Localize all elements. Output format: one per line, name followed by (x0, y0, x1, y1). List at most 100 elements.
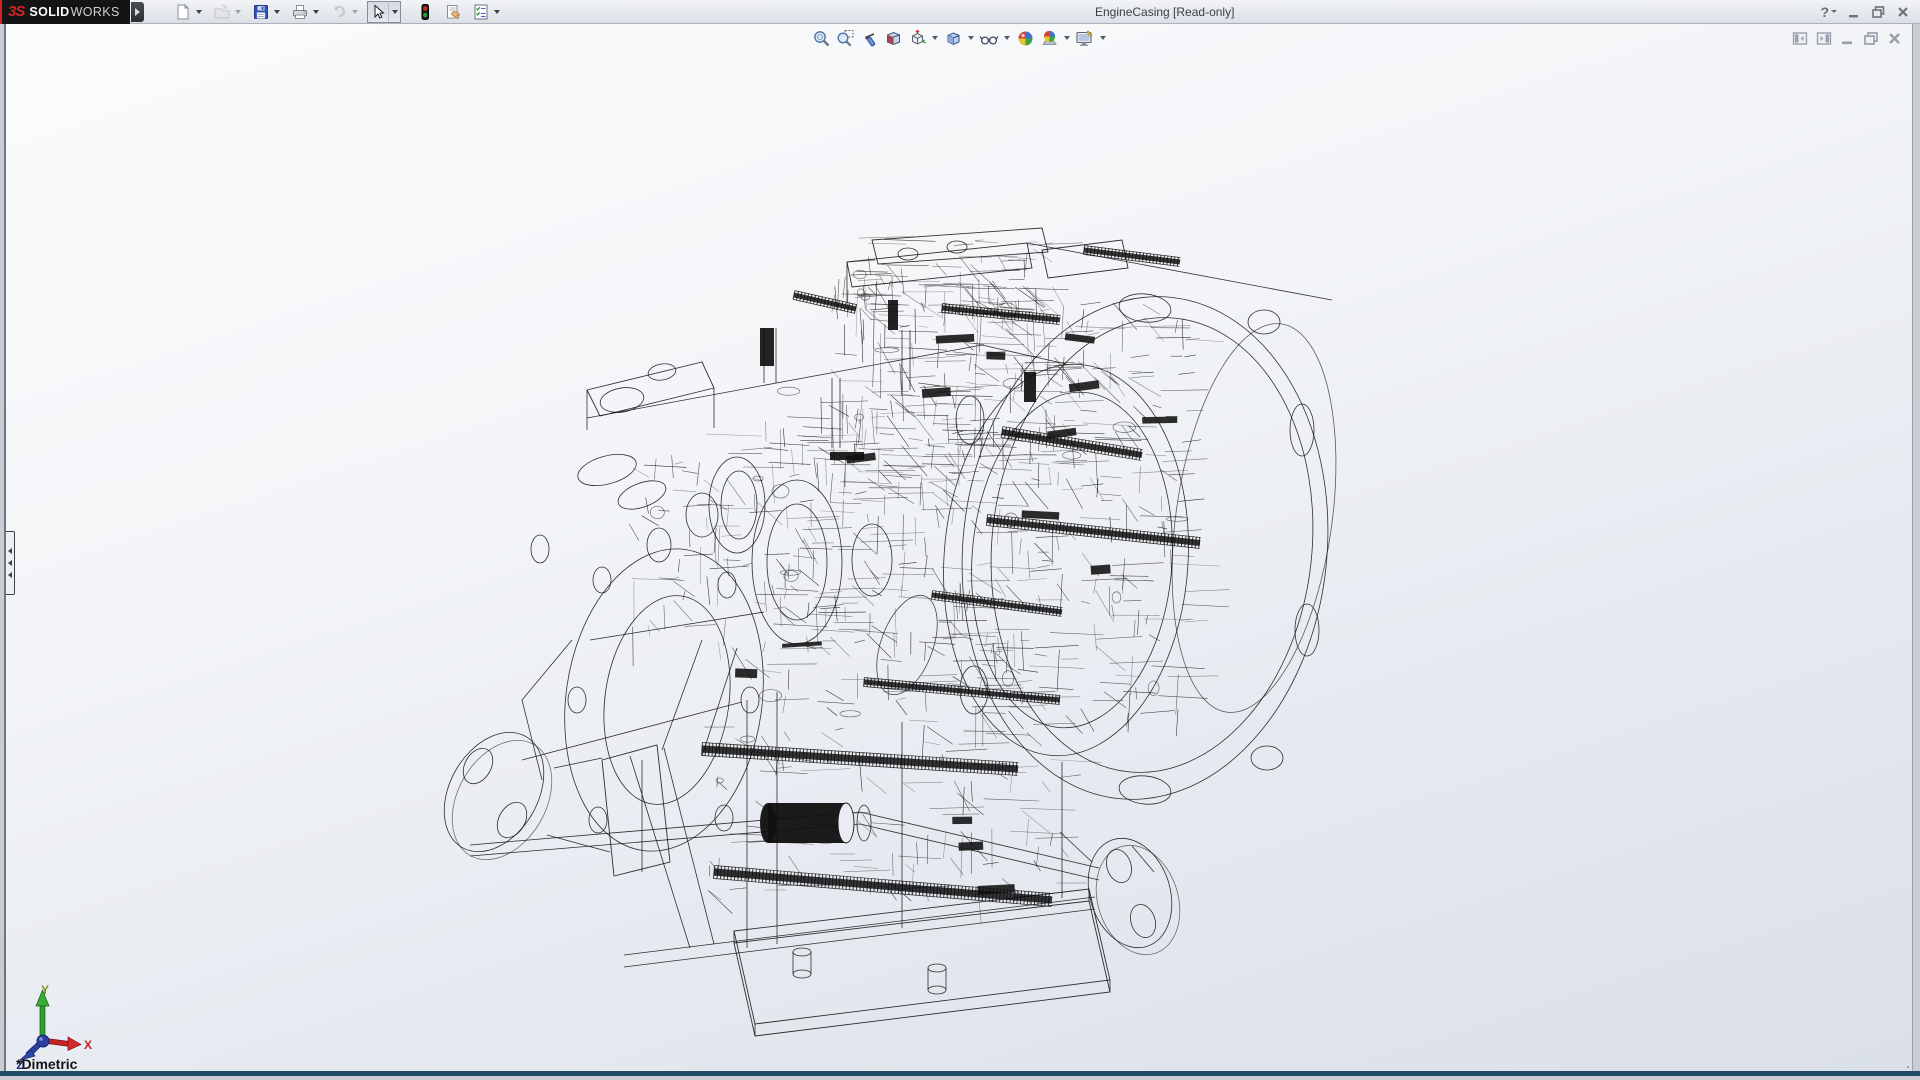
edit-appearance-button[interactable] (1014, 27, 1036, 49)
select-tool-button[interactable] (368, 1, 389, 22)
pane-toggle-left-icon (1792, 31, 1808, 46)
hide-show-items-dropdown[interactable] (1002, 27, 1012, 49)
pane-toggle-right-icon (1816, 31, 1832, 46)
collapse-left-icon (8, 560, 12, 566)
select-dropdown[interactable] (389, 1, 400, 22)
select-cursor-icon (369, 3, 387, 21)
chevron-down-icon (1831, 10, 1837, 13)
featuremanager-flyout-tab[interactable] (6, 531, 15, 595)
close-button[interactable] (1896, 2, 1910, 22)
view-settings-monitor-icon (1075, 29, 1095, 48)
main-toolbar (172, 0, 509, 24)
menu-expand-arrow[interactable] (131, 2, 144, 22)
chevron-down-icon (196, 10, 202, 14)
previous-view-icon (860, 29, 879, 48)
rebuild-button[interactable] (414, 1, 435, 22)
undo-dropdown[interactable] (349, 1, 360, 22)
chevron-down-icon (235, 10, 241, 14)
new-dropdown[interactable] (193, 1, 204, 22)
view-orientation-label: *Dimetric (16, 1056, 77, 1071)
view-settings-button[interactable] (1074, 27, 1096, 49)
expand-right-icon (135, 8, 140, 16)
window-controls: ? (1820, 2, 1920, 22)
section-view-button[interactable] (882, 27, 904, 49)
restore-button[interactable] (1871, 2, 1886, 22)
previous-view-button[interactable] (858, 27, 880, 49)
apply-scene-dropdown[interactable] (1062, 27, 1072, 49)
apply-scene-button[interactable] (1038, 27, 1060, 49)
view-orientation-cube-icon (908, 29, 927, 48)
help-question-icon: ? (1820, 4, 1829, 20)
display-style-button[interactable] (942, 27, 964, 49)
restore-icon (1863, 31, 1879, 46)
view-orientation-button[interactable] (906, 27, 928, 49)
minimize-button[interactable] (1847, 2, 1861, 22)
section-view-icon (884, 29, 903, 48)
file-properties-icon (444, 3, 462, 21)
zoom-to-fit-button[interactable] (810, 27, 832, 49)
graphics-area[interactable]: Y X Z *Dimetric (4, 24, 1913, 1071)
window-frame-bottom (0, 1071, 1920, 1076)
window-title: EngineCasing [Read-only] (509, 5, 1820, 19)
open-button[interactable] (211, 1, 232, 22)
chevron-down-icon (1004, 36, 1010, 40)
zoom-to-area-icon (836, 29, 855, 48)
print-dropdown[interactable] (310, 1, 321, 22)
open-folder-icon (213, 3, 231, 21)
collapse-left-icon (8, 548, 12, 554)
brand-works: WORKS (71, 5, 120, 19)
display-style-dropdown[interactable] (966, 27, 976, 49)
minimize-icon (1840, 31, 1855, 46)
triad-x-label: X (84, 1038, 92, 1052)
triad-origin (37, 1035, 49, 1047)
zoom-to-fit-icon (812, 29, 831, 48)
options-checklist-icon (472, 3, 490, 21)
titlebar[interactable]: 3S SOLIDWORKS (0, 0, 1920, 24)
help-button[interactable]: ? (1820, 2, 1837, 22)
close-icon (1896, 5, 1910, 19)
display-style-cube-icon (944, 29, 963, 48)
save-dropdown[interactable] (271, 1, 282, 22)
eyeglasses-icon (979, 29, 999, 48)
new-document-button[interactable] (172, 1, 193, 22)
file-properties-button[interactable] (442, 1, 463, 22)
solidworks-logo: 3S SOLIDWORKS (0, 0, 130, 24)
document-window-controls (1792, 30, 1902, 46)
chevron-down-icon (494, 10, 500, 14)
collapse-left-icon (8, 572, 12, 578)
chevron-down-icon (313, 10, 319, 14)
traffic-light-icon (416, 3, 434, 21)
chevron-down-icon (968, 36, 974, 40)
options-dropdown[interactable] (491, 1, 502, 22)
triad-x-arrow (68, 1037, 81, 1051)
pane-toggle-right-button[interactable] (1816, 30, 1832, 46)
view-settings-dropdown[interactable] (1098, 27, 1108, 49)
new-document-icon (174, 3, 192, 21)
chevron-down-icon (1100, 36, 1106, 40)
chevron-down-icon (274, 10, 280, 14)
print-button[interactable] (289, 1, 310, 22)
headsup-view-toolbar (810, 27, 1108, 49)
document-close-button[interactable] (1887, 30, 1902, 46)
hide-show-items-button[interactable] (978, 27, 1000, 49)
print-icon (291, 3, 309, 21)
chevron-down-icon (1064, 36, 1070, 40)
resize-grip[interactable] (1895, 1064, 1909, 1071)
zoom-to-area-button[interactable] (834, 27, 856, 49)
view-orientation-dropdown[interactable] (930, 27, 940, 49)
brand-solid: SOLID (29, 5, 69, 19)
3ds-logo-icon: 3S (8, 3, 24, 20)
restore-icon (1871, 5, 1886, 19)
chevron-down-icon (352, 10, 358, 14)
model-wireframe-canvas[interactable] (6, 24, 1913, 1071)
appearance-ball-icon (1016, 29, 1035, 48)
apply-scene-icon (1040, 29, 1059, 48)
undo-button[interactable] (328, 1, 349, 22)
chevron-down-icon (392, 10, 398, 14)
document-minimize-button[interactable] (1840, 30, 1855, 46)
document-restore-button[interactable] (1863, 30, 1879, 46)
save-button[interactable] (250, 1, 271, 22)
pane-toggle-left-button[interactable] (1792, 30, 1808, 46)
options-button[interactable] (470, 1, 491, 22)
open-dropdown[interactable] (232, 1, 243, 22)
